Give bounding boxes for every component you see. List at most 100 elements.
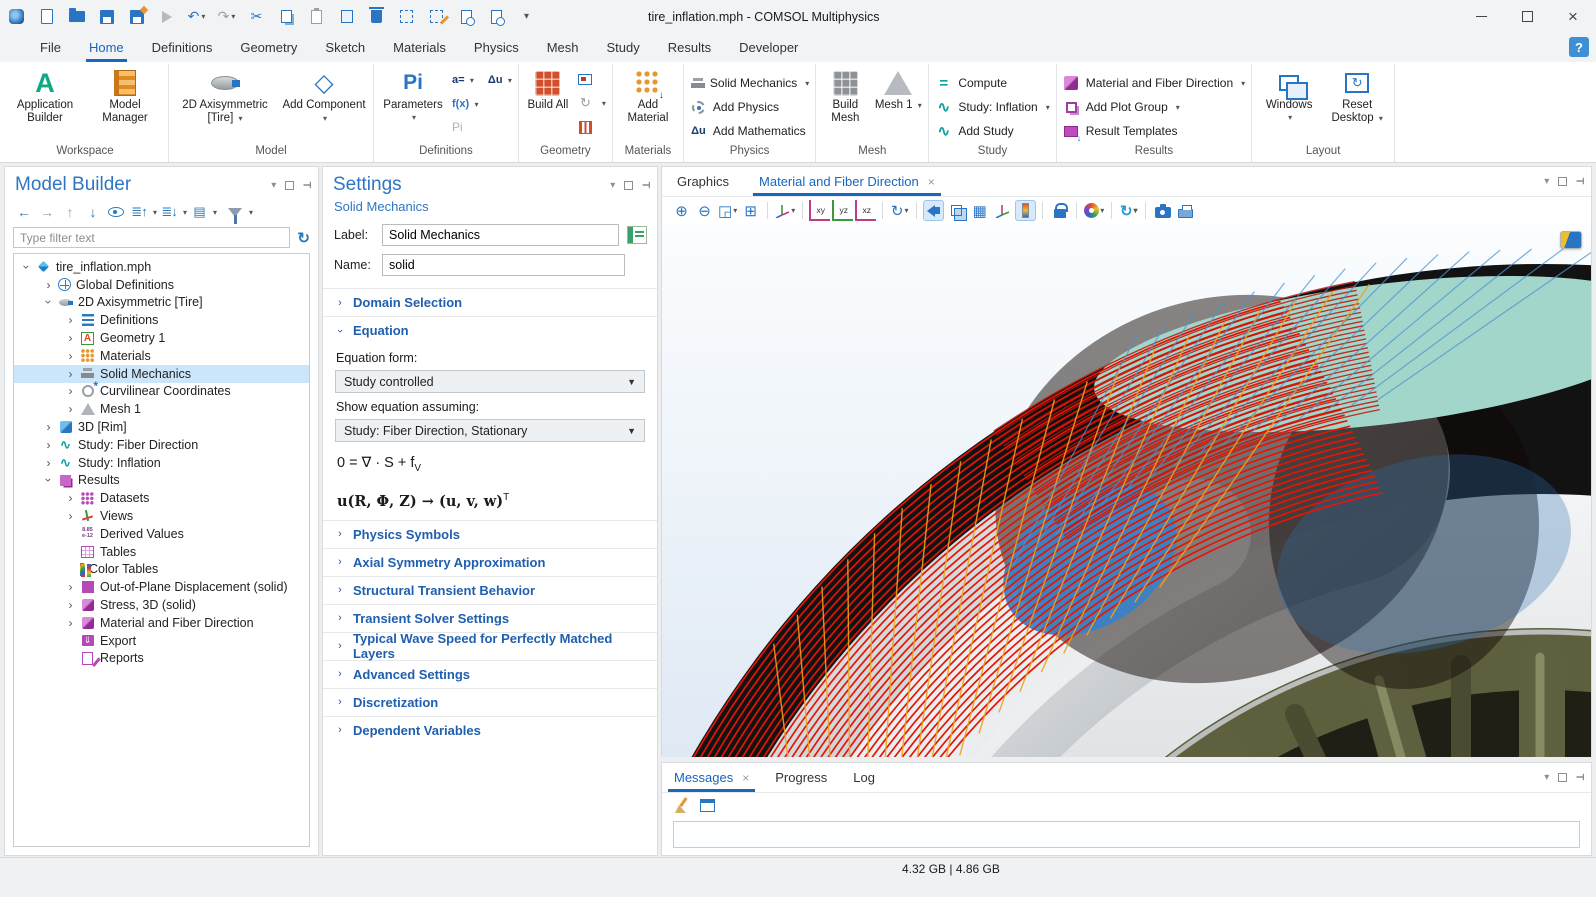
graphics-canvas[interactable] bbox=[662, 224, 1591, 757]
menu-materials[interactable]: Materials bbox=[379, 33, 460, 62]
menu-definitions[interactable]: Definitions bbox=[138, 33, 227, 62]
expander-icon[interactable]: › bbox=[64, 491, 77, 505]
tree-item-study-fiber-direction[interactable]: ›∿Study: Fiber Direction bbox=[14, 436, 309, 454]
expander-icon[interactable]: › bbox=[64, 384, 77, 398]
menu-physics[interactable]: Physics bbox=[460, 33, 533, 62]
expander-icon[interactable]: › bbox=[64, 349, 77, 363]
paste-button[interactable] bbox=[308, 8, 325, 25]
save-button[interactable] bbox=[98, 8, 115, 25]
tab-log[interactable]: Log bbox=[853, 763, 875, 792]
tree-item-out-of-plane-displacement[interactable]: ›Out-of-Plane Displacement (solid) bbox=[14, 578, 309, 596]
help-button[interactable]: ? bbox=[1569, 37, 1589, 57]
select-box-button[interactable] bbox=[398, 8, 415, 25]
add-component-button[interactable]: ◇ Add Component ▾ bbox=[281, 67, 367, 125]
import-geometry-button[interactable] bbox=[577, 71, 594, 88]
add-study-button[interactable]: ∿ Add Study bbox=[935, 121, 1049, 141]
zoom-extents-button[interactable]: ⊞ bbox=[740, 200, 761, 221]
material-fiber-direction-button[interactable]: Material and Fiber Direction▾ bbox=[1063, 73, 1245, 93]
message-settings-icon[interactable] bbox=[700, 799, 715, 812]
compute-button[interactable]: = Compute bbox=[935, 73, 1049, 93]
tree-item-color-tables[interactable]: ›Color Tables bbox=[14, 561, 309, 579]
tree-item-geometry-1[interactable]: ›AGeometry 1 bbox=[14, 329, 309, 347]
expander-icon[interactable]: › bbox=[42, 420, 55, 434]
open-button[interactable] bbox=[68, 8, 85, 25]
yz-view-button[interactable]: yz bbox=[832, 200, 853, 221]
menu-file[interactable]: File bbox=[26, 33, 75, 62]
collapse-all-button[interactable]: ≣↑ bbox=[128, 203, 150, 221]
add-mathematics-button[interactable]: Δu Add Mathematics bbox=[690, 121, 809, 141]
snapshot-button[interactable] bbox=[1152, 200, 1173, 221]
menu-sketch[interactable]: Sketch bbox=[311, 33, 379, 62]
tab-progress[interactable]: Progress bbox=[775, 763, 827, 792]
expander-icon[interactable]: › bbox=[64, 509, 77, 523]
rotate-button[interactable]: ↻▾ bbox=[889, 200, 910, 221]
tree-item-2d-axisymmetric[interactable]: ›2D Axisymmetric [Tire] bbox=[14, 294, 309, 312]
duplicate-button[interactable] bbox=[338, 8, 355, 25]
tree-item-study-inflation[interactable]: ›∿Study: Inflation bbox=[14, 454, 309, 472]
expander-icon[interactable]: › bbox=[42, 296, 56, 309]
back-button[interactable]: ← bbox=[13, 203, 35, 221]
undo-button[interactable]: ↶▾ bbox=[188, 8, 205, 25]
application-builder-button[interactable]: A Application Builder bbox=[8, 67, 82, 125]
tree-item-global-definitions[interactable]: ›Global Definitions bbox=[14, 276, 309, 294]
draw-select-button[interactable] bbox=[428, 8, 445, 25]
functions-button[interactable]: f(x) ▾ bbox=[452, 96, 478, 110]
tab-messages[interactable]: Messages× bbox=[674, 763, 749, 792]
xz-view-button[interactable]: xz bbox=[855, 200, 876, 221]
tree-filter-input[interactable] bbox=[13, 227, 290, 248]
zoom-in-button[interactable]: ⊕ bbox=[671, 200, 692, 221]
transparency-button[interactable] bbox=[946, 200, 967, 221]
environment-button[interactable]: ▾ bbox=[1083, 200, 1105, 221]
tree-item-3d-rim[interactable]: ›3D [Rim] bbox=[14, 418, 309, 436]
plot-window-icon[interactable] bbox=[1560, 231, 1582, 249]
solid-mechanics-button[interactable]: Solid Mechanics▾ bbox=[690, 73, 809, 93]
menu-home[interactable]: Home bbox=[75, 33, 138, 62]
refresh-icon[interactable]: ↻ bbox=[297, 229, 310, 247]
tree-item-curvilinear-coordinates[interactable]: ›Curvilinear Coordinates bbox=[14, 383, 309, 401]
windows-button[interactable]: Windows ▾ bbox=[1258, 67, 1320, 122]
expander-icon[interactable]: › bbox=[20, 260, 34, 273]
play-button[interactable] bbox=[158, 8, 175, 25]
expander-icon[interactable]: › bbox=[42, 456, 55, 470]
reset-desktop-button[interactable]: ↻ Reset Desktop ▾ bbox=[1326, 67, 1388, 125]
equation-form-select[interactable]: Study controlled▼ bbox=[335, 370, 645, 393]
move-up-button[interactable]: ↑ bbox=[59, 203, 81, 221]
close-icon[interactable]: × bbox=[928, 175, 935, 189]
tree-item-solid-mechanics[interactable]: ›Solid Mechanics bbox=[14, 365, 309, 383]
panel-menu-icon[interactable]: ▾ bbox=[1544, 772, 1549, 783]
panel-menu-icon[interactable]: ▾ bbox=[271, 180, 276, 191]
tree-item-export[interactable]: ›⇓Export bbox=[14, 632, 309, 650]
panel-float-icon[interactable] bbox=[285, 181, 294, 190]
tree-item-reports[interactable]: ›Reports bbox=[14, 650, 309, 668]
study-inflation-button[interactable]: ∿ Study: Inflation▾ bbox=[935, 97, 1049, 117]
add-material-button[interactable]: Add Material bbox=[619, 67, 677, 125]
color-legend-button[interactable] bbox=[1015, 200, 1036, 221]
section-equation[interactable]: › Equation bbox=[323, 316, 657, 344]
build-mesh-button[interactable]: Build Mesh bbox=[822, 67, 868, 125]
mesh-1-button[interactable]: Mesh 1 ▾ bbox=[874, 67, 922, 112]
zoom-box-button[interactable]: ◲▾ bbox=[717, 200, 738, 221]
menu-mesh[interactable]: Mesh bbox=[533, 33, 593, 62]
default-view-button[interactable]: ▾ bbox=[774, 200, 796, 221]
filter-button[interactable] bbox=[224, 203, 246, 221]
expand-all-button[interactable]: ≣↓ bbox=[158, 203, 180, 221]
label-field[interactable] bbox=[382, 224, 619, 246]
menu-geometry[interactable]: Geometry bbox=[226, 33, 311, 62]
section-physics-symbols[interactable]: ›Physics Symbols bbox=[323, 520, 657, 548]
toolbar-overflow-button[interactable]: ▾ bbox=[518, 8, 535, 25]
copy-button[interactable] bbox=[278, 8, 295, 25]
clear-messages-icon[interactable] bbox=[674, 797, 690, 813]
show-toggle-button[interactable] bbox=[105, 203, 127, 221]
tree-item-datasets[interactable]: ›Datasets bbox=[14, 489, 309, 507]
expander-icon[interactable]: › bbox=[42, 438, 55, 452]
xy-view-button[interactable]: xy bbox=[809, 200, 830, 221]
search-button[interactable] bbox=[488, 8, 505, 25]
panel-menu-icon[interactable]: ▾ bbox=[1544, 176, 1549, 187]
tree-item-stress-3d[interactable]: ›Stress, 3D (solid) bbox=[14, 596, 309, 614]
variable-utilities-button[interactable]: Δu ▾ bbox=[488, 72, 512, 86]
tree-item-results[interactable]: ›Results bbox=[14, 472, 309, 490]
axisymmetric-component-button[interactable]: 2D Axisymmetric [Tire] ▾ bbox=[175, 67, 275, 125]
parameter-case-button[interactable]: Pi bbox=[452, 120, 463, 134]
tree-item-tables[interactable]: ›Tables bbox=[14, 543, 309, 561]
panel-pin-icon[interactable]: T bbox=[1574, 774, 1586, 781]
